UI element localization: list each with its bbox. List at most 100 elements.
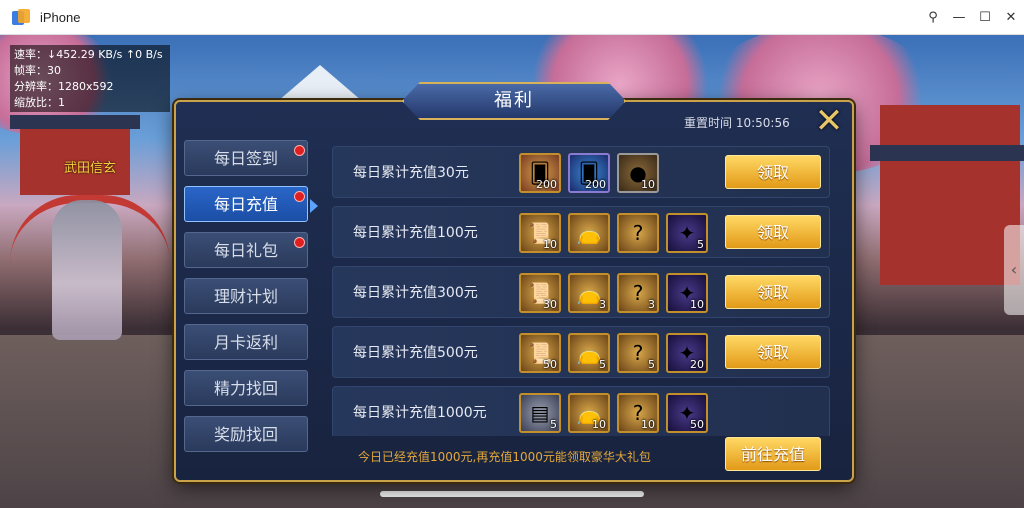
notification-badge — [294, 191, 305, 202]
reward-row: 每日累计充值100元 📜 10 👝? ✦ 5 领取 — [332, 206, 830, 258]
item-count: 10 — [592, 418, 606, 431]
item-count: 30 — [543, 298, 557, 311]
reward-row-label: 每日累计充值300元 — [353, 285, 478, 301]
reward-items: 📜 10 👝? ✦ 5 — [519, 213, 708, 253]
item-glyph: ? — [632, 341, 644, 365]
item-count: 10 — [543, 238, 557, 251]
sidebar-item-label: 奖励找回 — [213, 425, 278, 444]
sidebar-item-label: 每日签到 — [213, 149, 278, 168]
close-icon[interactable]: ✕ — [998, 10, 1024, 25]
reward-list[interactable]: 每日累计充值30元 🂠 200 🂠 200 ● 10 领取 每日累计充值100元 📜 10 👝? ✦ 5 领… — [332, 146, 832, 436]
sidebar-item-label: 精力找回 — [213, 379, 278, 398]
mystery-box-icon[interactable]: ? 3 — [617, 273, 659, 313]
notification-badge — [294, 237, 305, 248]
scroll-icon[interactable]: 📜 10 — [519, 213, 561, 253]
reward-row-label: 每日累计充值30元 — [353, 165, 469, 181]
go-recharge-button[interactable]: 前往充值 — [725, 437, 821, 471]
sidebar-item[interactable]: 每日签到 — [184, 140, 308, 176]
silver-chest-icon[interactable]: ▤ 5 — [519, 393, 561, 433]
window-title: iPhone — [40, 9, 81, 25]
sidebar-item[interactable]: 理财计划 — [184, 278, 308, 314]
red-bag-icon[interactable]: 👝 — [568, 213, 610, 253]
purple-flame-icon[interactable]: ✦ 10 — [666, 273, 708, 313]
blue-hero-card-icon[interactable]: 🂠 200 — [568, 153, 610, 193]
npc-name-label: 武田信玄 — [64, 161, 117, 176]
maximize-icon[interactable]: ☐ — [972, 10, 998, 25]
stat-speed: 速率：↓452.29 KB/s ↑0 B/s — [14, 48, 163, 61]
coin-icon[interactable]: ● 10 — [617, 153, 659, 193]
panel-sidebar: 每日签到每日充值每日礼包理财计划月卡返利精力找回奖励找回 — [184, 140, 310, 460]
red-bag-icon[interactable]: 👝 3 — [568, 273, 610, 313]
item-glyph: ? — [632, 281, 644, 305]
minimize-icon[interactable]: — — [946, 10, 972, 25]
item-count: 10 — [690, 298, 704, 311]
item-count: 200 — [536, 178, 557, 191]
item-count: 3 — [648, 298, 655, 311]
panel-close-button[interactable]: ✕ — [811, 104, 847, 140]
debug-stats-overlay: 速率：↓452.29 KB/s ↑0 B/s 帧率：30 分辨率：1280x59… — [10, 45, 170, 112]
sidebar-item-label: 理财计划 — [213, 287, 278, 306]
purple-flame-icon[interactable]: ✦ 50 — [666, 393, 708, 433]
item-count: 5 — [550, 418, 557, 431]
claim-button[interactable]: 领取 — [725, 335, 821, 369]
item-count: 10 — [641, 178, 655, 191]
window-titlebar: iPhone ⚲ — ☐ ✕ — [0, 0, 1024, 35]
sidebar-item-label: 每日充值 — [213, 195, 278, 214]
purple-flame-icon[interactable]: ✦ 20 — [666, 333, 708, 373]
pagoda-roof — [870, 145, 1024, 161]
item-glyph: ✦ — [678, 221, 696, 245]
panel-title: 福利 — [402, 82, 626, 120]
mystery-box-icon[interactable]: ? — [617, 213, 659, 253]
app-icon — [12, 9, 30, 25]
item-glyph: 👝 — [576, 281, 602, 305]
claim-button[interactable]: 领取 — [725, 215, 821, 249]
item-count: 50 — [690, 418, 704, 431]
reward-items: ▤ 5 👝 10? 10 ✦ 50 — [519, 393, 708, 433]
purple-flame-icon[interactable]: ✦ 5 — [666, 213, 708, 253]
item-count: 5 — [697, 238, 704, 251]
reward-items: 🂠 200 🂠 200 ● 10 — [519, 153, 659, 193]
sidebar-item[interactable]: 精力找回 — [184, 370, 308, 406]
side-drawer-handle[interactable]: ‹ — [1004, 225, 1024, 315]
sidebar-item-label: 月卡返利 — [213, 333, 278, 352]
stat-fps: 帧率：30 — [14, 64, 61, 77]
claim-button[interactable]: 领取 — [725, 155, 821, 189]
reward-row-label: 每日累计充值1000元 — [353, 405, 487, 421]
item-glyph: 👝 — [576, 221, 602, 245]
reset-time: 重置时间 10:50:56 — [684, 116, 790, 130]
red-bag-icon[interactable]: 👝 5 — [568, 333, 610, 373]
window-controls: ⚲ — ☐ ✕ — [920, 0, 1024, 34]
sidebar-item[interactable]: 月卡返利 — [184, 324, 308, 360]
notification-badge — [294, 145, 305, 156]
sidebar-item[interactable]: 奖励找回 — [184, 416, 308, 452]
active-tab-arrow — [310, 199, 318, 213]
reward-row-label: 每日累计充值500元 — [353, 345, 478, 361]
reward-row-label: 每日累计充值100元 — [353, 225, 478, 241]
item-count: 200 — [585, 178, 606, 191]
samurai-character[interactable] — [52, 200, 122, 340]
pin-icon[interactable]: ⚲ — [920, 10, 946, 25]
item-glyph: ? — [632, 221, 644, 245]
sidebar-item[interactable]: 每日礼包 — [184, 232, 308, 268]
sidebar-item[interactable]: 每日充值 — [184, 186, 308, 222]
reward-items: 📜 30 👝 3? 3 ✦ 10 — [519, 273, 708, 313]
reward-items: 📜 50 👝 5? 5 ✦ 20 — [519, 333, 708, 373]
item-count: 50 — [543, 358, 557, 371]
item-glyph: ▤ — [530, 401, 550, 425]
home-indicator[interactable] — [380, 491, 644, 497]
mystery-box-icon[interactable]: ? 5 — [617, 333, 659, 373]
item-count: 5 — [648, 358, 655, 371]
item-count: 3 — [599, 298, 606, 311]
red-hero-card-icon[interactable]: 🂠 200 — [519, 153, 561, 193]
scroll-icon[interactable]: 📜 50 — [519, 333, 561, 373]
recharge-progress-note: 今日已经充值1000元,再充值1000元能领取豪华大礼包 — [358, 450, 651, 464]
scroll-icon[interactable]: 📜 30 — [519, 273, 561, 313]
pagoda-building — [880, 105, 1020, 285]
reward-row: 每日累计充值1000元 ▤ 5 👝 10? 10 ✦ 50 — [332, 386, 830, 436]
stat-scale: 缩放比：1 — [14, 96, 65, 109]
mystery-box-icon[interactable]: ? 10 — [617, 393, 659, 433]
claim-button[interactable]: 领取 — [725, 275, 821, 309]
reward-row: 每日累计充值30元 🂠 200 🂠 200 ● 10 领取 — [332, 146, 830, 198]
red-bag-icon[interactable]: 👝 10 — [568, 393, 610, 433]
item-count: 10 — [641, 418, 655, 431]
